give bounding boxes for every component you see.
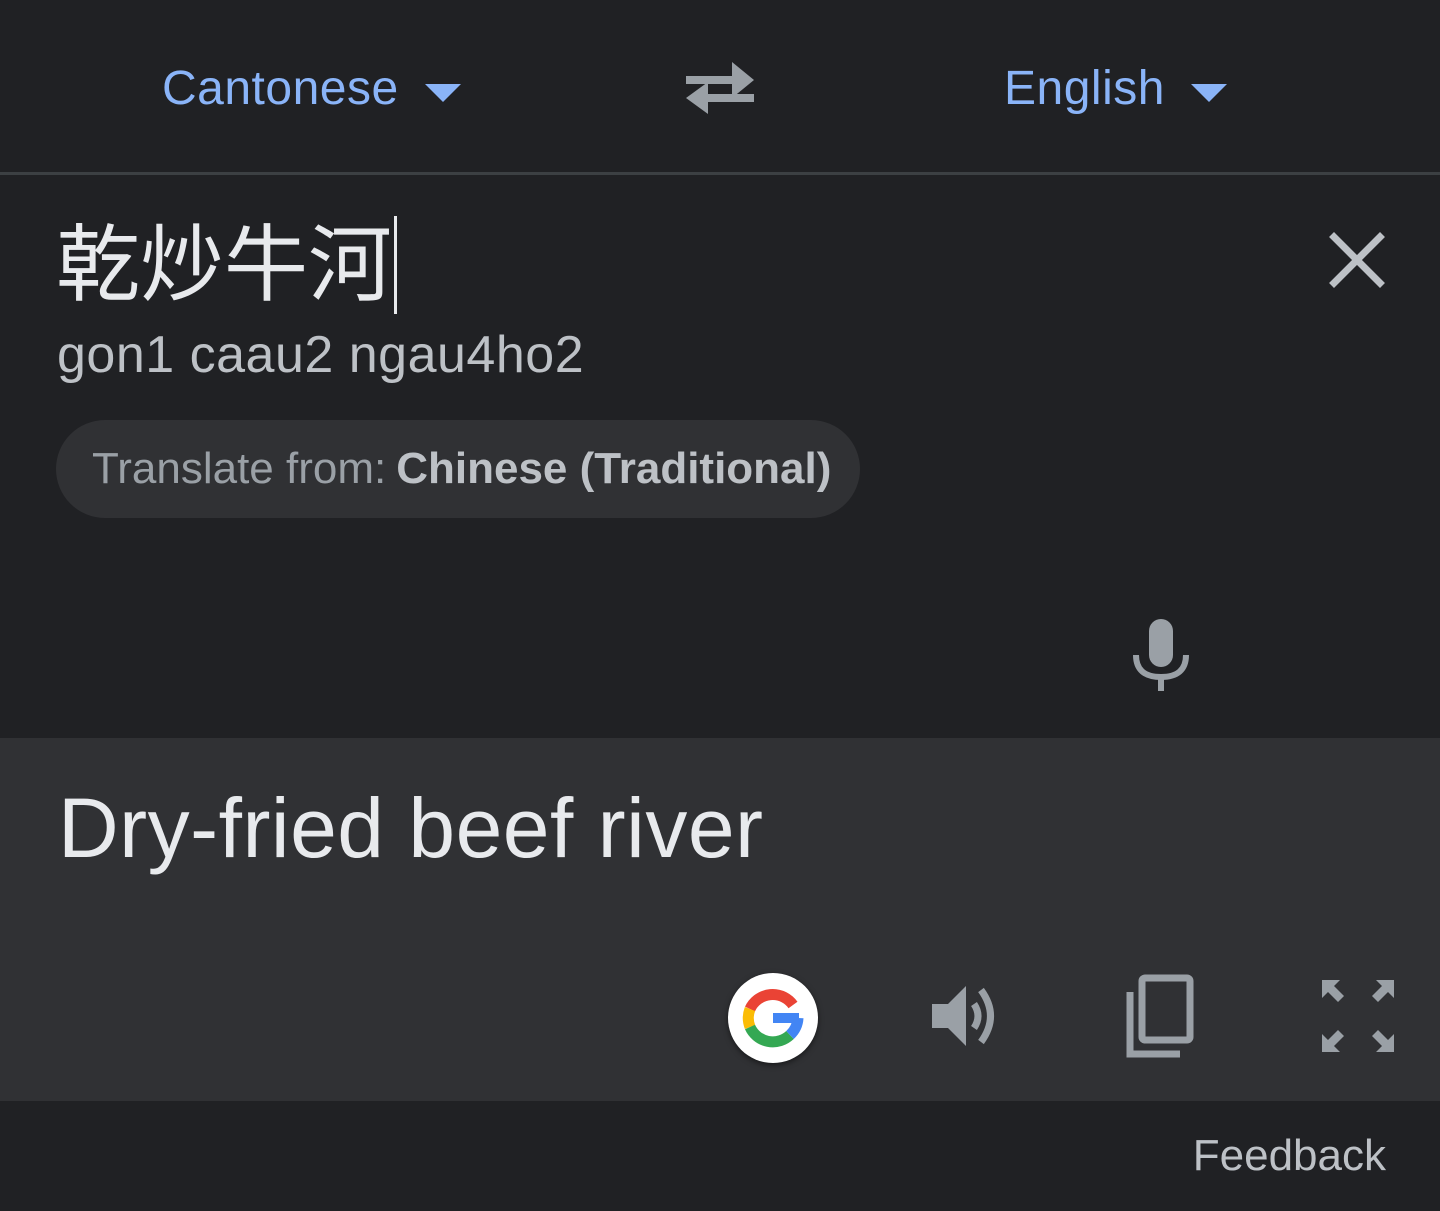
feedback-link[interactable]: Feedback: [1193, 1131, 1386, 1181]
target-language-selector[interactable]: English: [1004, 58, 1227, 118]
translation-output-area: Dry-fried beef river: [0, 738, 1440, 1101]
copy-button[interactable]: [1120, 972, 1200, 1062]
copy-icon: [1126, 974, 1194, 1058]
fullscreen-button[interactable]: [1318, 976, 1398, 1056]
source-text: 乾炒牛河: [56, 216, 393, 314]
swap-languages-icon: [686, 62, 754, 114]
chevron-down-icon: [424, 84, 461, 102]
source-language-label: Cantonese: [162, 61, 399, 115]
source-language-selector[interactable]: Cantonese: [162, 58, 461, 118]
chip-prefix: Translate from:: [92, 444, 387, 493]
google-logo-icon: [742, 989, 804, 1048]
source-input-area[interactable]: 乾炒牛河 gon1 caau2 ngau4ho2 Translate from:…: [0, 175, 1440, 738]
detected-language-chip[interactable]: Translate from: Chinese (Traditional): [56, 420, 860, 518]
volume-icon: [932, 986, 994, 1046]
romanization-text: gon1 caau2 ngau4ho2: [57, 326, 585, 384]
listen-button[interactable]: [926, 976, 1006, 1056]
footer: Feedback: [0, 1101, 1440, 1211]
text-cursor: [394, 216, 398, 314]
microphone-button[interactable]: [1126, 615, 1196, 695]
target-language-label: English: [1004, 61, 1165, 115]
chevron-down-icon: [1190, 84, 1227, 102]
google-search-button[interactable]: [728, 973, 818, 1063]
fullscreen-icon: [1322, 980, 1394, 1052]
close-icon: [1329, 232, 1385, 288]
chip-language: Chinese (Traditional): [396, 444, 832, 493]
language-bar: Cantonese English: [0, 0, 1440, 175]
translation-text: Dry-fried beef river: [58, 781, 764, 875]
clear-button[interactable]: [1322, 225, 1392, 295]
source-text-input[interactable]: 乾炒牛河: [56, 215, 398, 315]
translate-app: Cantonese English 乾炒牛河 gon1 caau2 ngau4h…: [0, 0, 1440, 1211]
microphone-icon: [1133, 619, 1189, 691]
swap-languages-button[interactable]: [682, 58, 758, 118]
